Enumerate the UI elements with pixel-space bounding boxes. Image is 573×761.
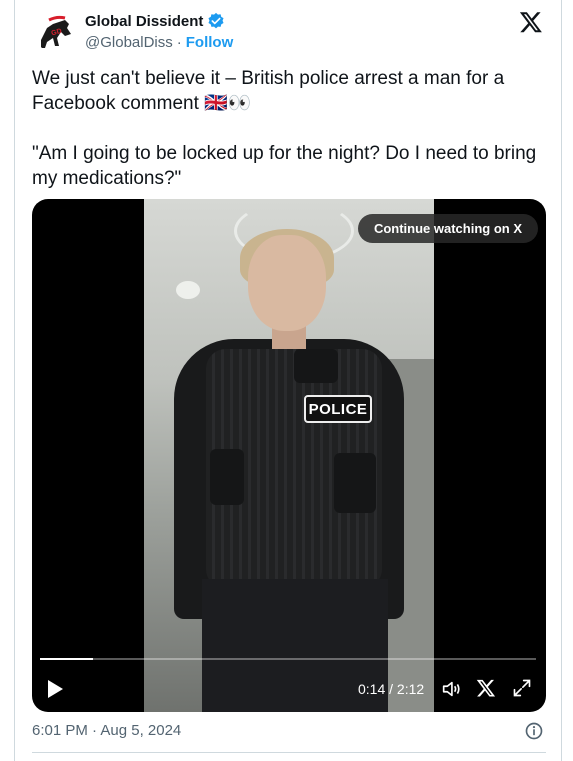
- volume-icon[interactable]: [440, 678, 462, 700]
- tweet-header: GD Global Dissident @GlobalDiss · Follow: [35, 8, 545, 56]
- video-frame[interactable]: POLICE: [144, 199, 434, 712]
- footer-divider: [32, 752, 546, 753]
- fullscreen-icon[interactable]: [512, 678, 532, 698]
- author-avatar[interactable]: GD: [35, 10, 79, 54]
- tweet-text: We just can't believe it – British polic…: [32, 68, 537, 189]
- time-display: 0:14 / 2:12: [358, 681, 425, 697]
- author-name-row: Global Dissident: [85, 12, 225, 30]
- info-icon[interactable]: [524, 721, 544, 741]
- tweet-timestamp[interactable]: 6:01 PM · Aug 5, 2024: [32, 722, 181, 739]
- x-logo-icon[interactable]: [519, 10, 543, 34]
- tweet-card: GD Global Dissident @GlobalDiss · Follow…: [14, 0, 562, 761]
- author-handle-row: @GlobalDiss · Follow: [85, 34, 233, 51]
- play-icon[interactable]: [46, 679, 64, 699]
- x-watch-icon[interactable]: [476, 678, 496, 698]
- progress-fill: [40, 658, 93, 660]
- continue-watching-button[interactable]: Continue watching on X: [357, 214, 538, 243]
- smoke-detector-shape: [176, 281, 200, 299]
- right-pouch-shape: [334, 453, 376, 513]
- horse-logo-icon: GD: [35, 10, 79, 54]
- officer-head-shape: [248, 235, 326, 331]
- author-handle[interactable]: @GlobalDiss: [85, 34, 173, 51]
- author-name[interactable]: Global Dissident: [85, 13, 203, 30]
- handle-separator: ·: [176, 34, 182, 51]
- police-badge: POLICE: [304, 395, 372, 423]
- follow-button[interactable]: Follow: [186, 34, 234, 51]
- radio-pouch-shape: [294, 349, 338, 383]
- video-controls: 0:14 / 2:12: [32, 669, 546, 709]
- verified-badge-icon: [208, 12, 224, 29]
- progress-bar[interactable]: [40, 658, 536, 660]
- video-player[interactable]: POLICE Continue watching on X 0:14 / 2:1…: [32, 199, 546, 712]
- left-pouch-shape: [210, 449, 244, 505]
